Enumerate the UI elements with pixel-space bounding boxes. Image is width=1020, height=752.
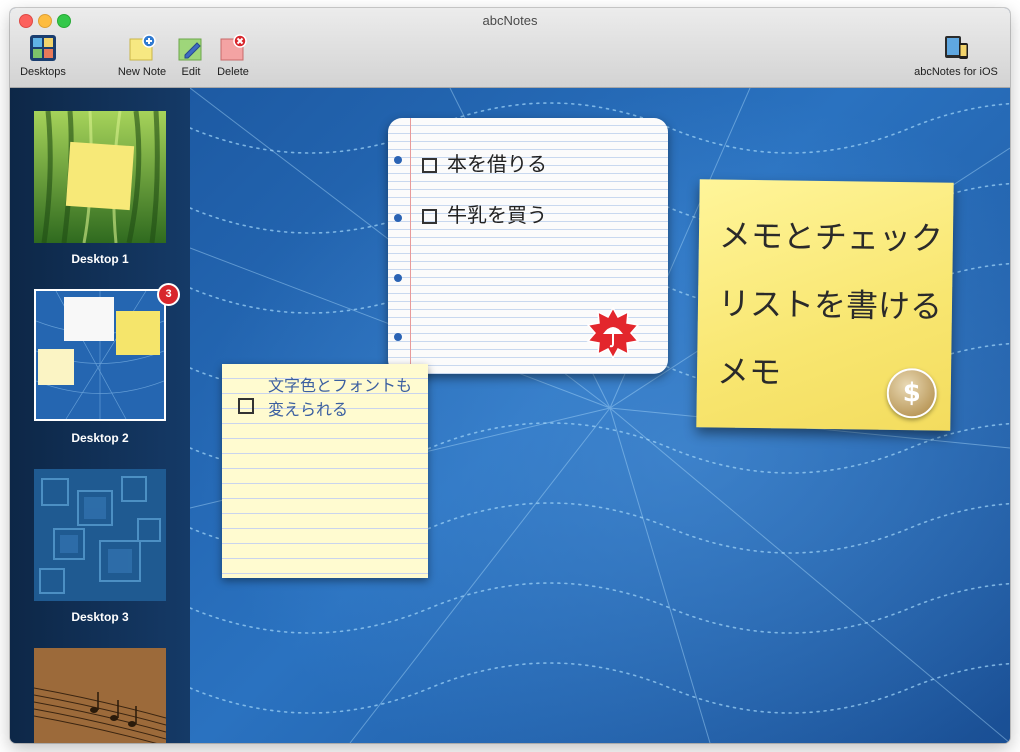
desktop-thumbnail-1[interactable] xyxy=(34,111,166,243)
checkbox[interactable] xyxy=(422,209,437,224)
checklist-item[interactable]: 本を借りる xyxy=(422,148,547,177)
desktop-label-2: Desktop 2 xyxy=(71,431,129,445)
desktop-label-1: Desktop 1 xyxy=(71,252,129,266)
desktops-icon xyxy=(29,34,57,62)
binder-hole xyxy=(394,156,402,164)
desktop-thumbnail-4[interactable] xyxy=(34,648,166,743)
window-title: abcNotes xyxy=(482,13,538,28)
app-window: abcNotes Desktops New Note Edit Delete a… xyxy=(10,8,1010,743)
edit-label: Edit xyxy=(181,66,201,78)
desktop-canvas[interactable]: 本を借りる 牛乳を買う 文字色とフォントも変えられる メモとチェックリストを書け… xyxy=(190,88,1010,743)
checklist-note[interactable]: 本を借りる 牛乳を買う xyxy=(388,118,668,374)
yellow-note[interactable]: 文字色とフォントも変えられる xyxy=(222,364,428,578)
binder-hole xyxy=(394,274,402,282)
checkbox[interactable] xyxy=(422,158,437,173)
delete-label: Delete xyxy=(217,66,249,78)
edit-button[interactable]: Edit xyxy=(176,34,206,78)
desktops-label: Desktops xyxy=(20,66,66,78)
checkbox[interactable] xyxy=(238,398,254,414)
dollar-coin-icon: $ xyxy=(886,367,938,419)
desktops-button[interactable]: Desktops xyxy=(16,34,70,78)
binder-hole xyxy=(394,214,402,222)
desktop-thumbnail-2[interactable] xyxy=(34,289,166,421)
desktop-thumbnail-3[interactable] xyxy=(34,469,166,601)
ios-devices-icon xyxy=(942,34,970,62)
ios-label: abcNotes for iOS xyxy=(914,66,998,78)
toolbar: abcNotes Desktops New Note Edit Delete a… xyxy=(10,8,1010,88)
umbrella-sticker-icon xyxy=(586,306,640,360)
new-note-label: New Note xyxy=(117,66,167,78)
binder-hole xyxy=(394,333,402,341)
new-note-button[interactable]: New Note xyxy=(114,34,170,78)
checklist-item-text: 牛乳を買う xyxy=(447,203,547,227)
delete-button[interactable]: Delete xyxy=(214,34,252,78)
yellow-note-text: 文字色とフォントも変えられる xyxy=(268,376,413,419)
checklist-item-text: 本を借りる xyxy=(447,152,547,176)
desktop-2-notes-badge: 3 xyxy=(157,283,180,306)
desktop-label-3: Desktop 3 xyxy=(71,610,129,624)
new-note-icon xyxy=(128,34,156,62)
edit-pencil-icon xyxy=(177,34,205,62)
ios-app-button[interactable]: abcNotes for iOS xyxy=(908,34,1004,78)
desktops-sidebar: Desktop 1 3 Desktop 2 Desktop 3 xyxy=(10,88,190,743)
checklist-item[interactable]: 牛乳を買う xyxy=(422,199,547,228)
postit-note[interactable]: メモとチェックリストを書けるメモ $ xyxy=(696,179,954,431)
delete-note-icon xyxy=(219,34,247,62)
